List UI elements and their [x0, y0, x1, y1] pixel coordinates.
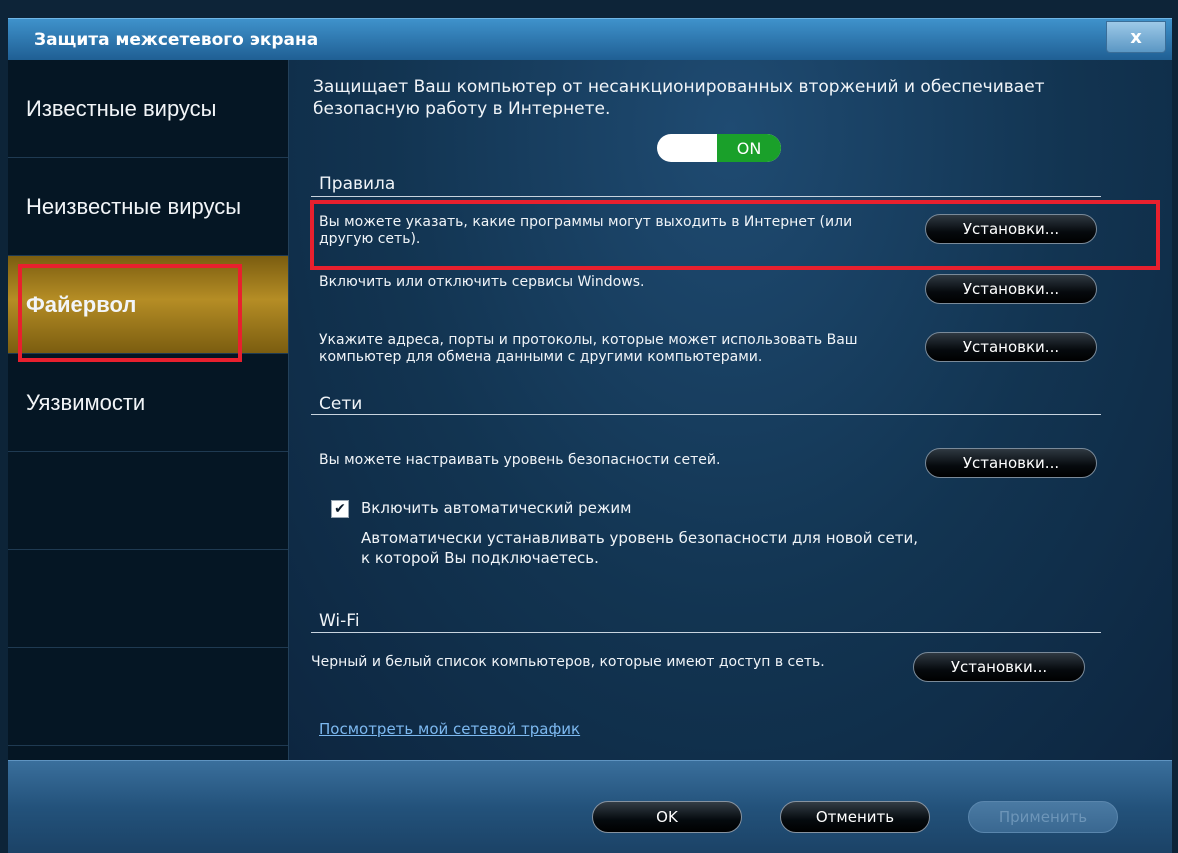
- title-bar: Защита межсетевого экрана x: [8, 18, 1172, 60]
- close-button[interactable]: x: [1106, 21, 1166, 53]
- rules-heading: Правила: [319, 174, 396, 194]
- networks-divider: [311, 414, 1101, 415]
- sidebar-empty-slot: [8, 550, 288, 648]
- close-icon: x: [1130, 26, 1142, 48]
- sidebar-empty-slot: [8, 452, 288, 550]
- toggle-state-label: ON: [717, 134, 781, 162]
- rules-addresses-settings-button[interactable]: Установки...: [925, 332, 1097, 362]
- window-title: Защита межсетевого экрана: [34, 30, 319, 50]
- rules-services-settings-button[interactable]: Установки...: [925, 274, 1097, 304]
- auto-mode-checkbox[interactable]: ✔: [331, 500, 349, 518]
- sidebar: Известные вирусы Неизвестные вирусы Файе…: [8, 60, 289, 760]
- rules-divider: [311, 196, 1101, 197]
- wifi-divider: [311, 632, 1101, 633]
- ok-button[interactable]: OK: [592, 801, 742, 833]
- rules-addresses-text: Укажите адреса, порты и протоколы, котор…: [319, 332, 858, 365]
- auto-mode-description: Автоматически устанавливать уровень безо…: [361, 529, 918, 567]
- wifi-heading: Wi-Fi: [319, 611, 360, 631]
- auto-mode-label: Включить автоматический режим: [361, 499, 632, 517]
- sidebar-item-label: Уязвимости: [26, 389, 146, 415]
- firewall-description: Защищает Ваш компьютер от несанкциониров…: [313, 77, 1045, 119]
- sidebar-empty-slot: [8, 648, 288, 746]
- firewall-window: Защита межсетевого экрана x Известные ви…: [0, 0, 1178, 853]
- highlight-box-firewall: [18, 264, 242, 362]
- apply-button[interactable]: Применить: [968, 801, 1118, 833]
- wifi-settings-button[interactable]: Установки...: [913, 652, 1085, 682]
- networks-settings-button[interactable]: Установки...: [925, 448, 1097, 478]
- sidebar-item-unknown-viruses[interactable]: Неизвестные вирусы: [8, 158, 288, 256]
- cancel-button[interactable]: Отменить: [780, 801, 930, 833]
- rules-services-text: Включить или отключить сервисы Windows.: [319, 274, 645, 290]
- sidebar-item-vulnerabilities[interactable]: Уязвимости: [8, 354, 288, 452]
- networks-security-text: Вы можете настраивать уровень безопаснос…: [319, 452, 721, 468]
- sidebar-item-known-viruses[interactable]: Известные вирусы: [8, 60, 288, 158]
- sidebar-item-label: Известные вирусы: [26, 95, 217, 121]
- firewall-toggle[interactable]: ON: [657, 134, 781, 162]
- view-traffic-link[interactable]: Посмотреть мой сетевой трафик: [319, 720, 580, 738]
- sidebar-item-label: Неизвестные вирусы: [26, 193, 242, 219]
- main-panel: Защищает Ваш компьютер от несанкциониров…: [289, 60, 1172, 760]
- highlight-box-programs-rule: [310, 200, 1160, 270]
- wifi-list-text: Черный и белый список компьютеров, котор…: [311, 654, 825, 670]
- networks-heading: Сети: [319, 394, 363, 414]
- dialog-footer: OK Отменить Применить: [8, 760, 1172, 853]
